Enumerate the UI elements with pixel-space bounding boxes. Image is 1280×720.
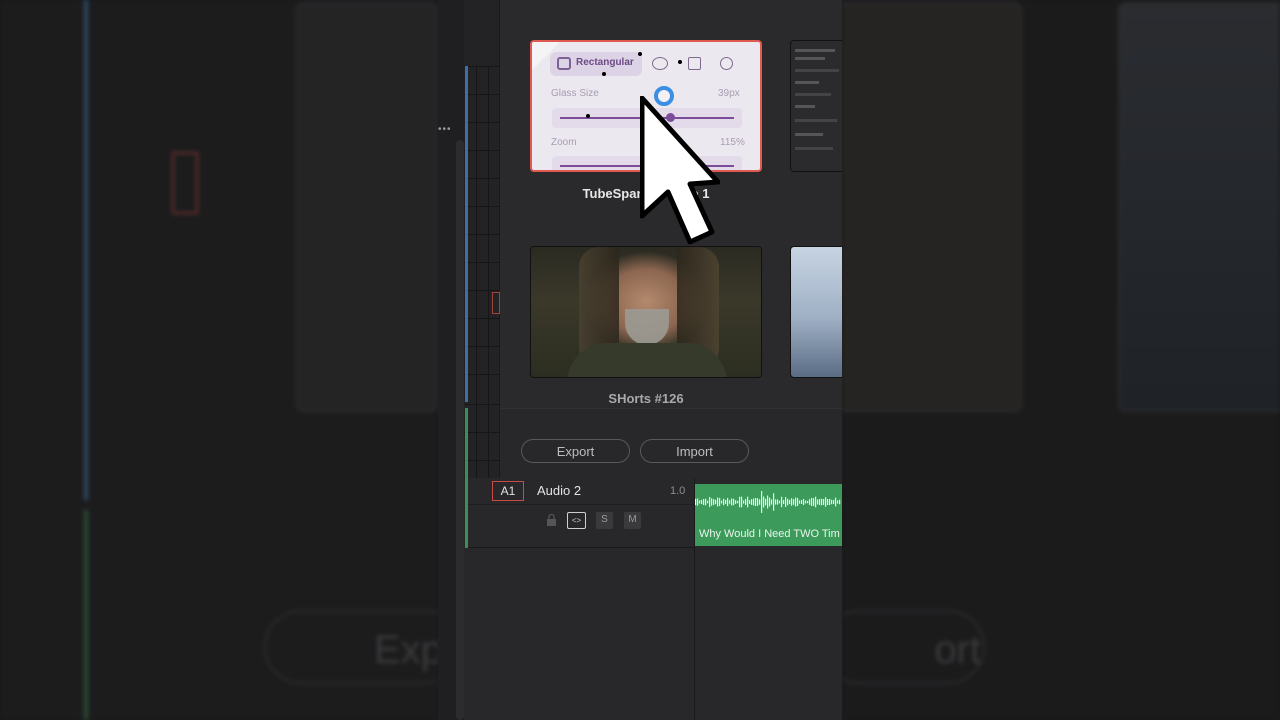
timeline-track-grid [464, 0, 500, 478]
mouse-pointer-icon [640, 96, 720, 245]
zoom-label: Zoom [551, 137, 577, 148]
vertical-scrollbar[interactable] [456, 140, 464, 720]
rectangle-icon [557, 57, 571, 70]
import-button[interactable]: Import [640, 439, 749, 463]
lock-icon[interactable] [543, 512, 560, 529]
audio-track-header: A1 Audio 2 1.0 <> S M [468, 478, 694, 548]
mute-button[interactable]: M [624, 512, 641, 529]
preset-thumbnail-3[interactable] [530, 246, 762, 378]
track-name[interactable]: Audio 2 [537, 483, 581, 498]
video-track-bar [465, 66, 468, 402]
preset-actions-bar: Export Import [500, 408, 842, 478]
playhead-marker [492, 292, 500, 314]
ghost-import-button: ort [842, 610, 985, 684]
clip-title: Why Would I Need TWO Tim [699, 528, 840, 540]
ghost-track-bar [84, 0, 88, 500]
ellipse-icon [652, 57, 668, 70]
ghost-track-bar-green [84, 510, 88, 720]
blurred-background-right: ort [842, 0, 1280, 720]
shape-chip: Rectangular [550, 52, 642, 76]
more-options-icon[interactable]: ••• [438, 124, 452, 135]
track-id-badge[interactable]: A1 [492, 481, 524, 501]
ghost-thumbnail [296, 2, 438, 412]
ghost-export-button: Exp [264, 610, 438, 684]
audio-clip[interactable]: Why Would I Need TWO Tim [695, 484, 842, 546]
ghost-thumbnail-sky [1118, 2, 1280, 412]
export-button[interactable]: Export [521, 439, 630, 463]
solo-button[interactable]: S [596, 512, 613, 529]
preset-label-2: SHorts #126 [608, 391, 684, 406]
screen: Exp ort ••• Rectangular Glass Size 39px … [0, 0, 1280, 720]
glass-size-label: Glass Size [551, 88, 599, 99]
waveform [695, 491, 841, 513]
circle-icon [720, 57, 733, 70]
glass-size-value: 39px [718, 88, 740, 99]
ghost-thumbnail [842, 2, 1022, 412]
preset-thumbnail-2[interactable] [790, 40, 842, 172]
square-icon [688, 57, 701, 70]
ghost-marker [172, 152, 198, 214]
track-level: 1.0 [670, 485, 686, 497]
zoom-value: 115% [720, 137, 745, 148]
blurred-background-left: Exp [0, 0, 438, 720]
empty-timeline-area [468, 548, 842, 720]
auto-track-select-icon[interactable]: <> [567, 512, 586, 529]
preset-thumbnail-4[interactable] [790, 246, 842, 378]
